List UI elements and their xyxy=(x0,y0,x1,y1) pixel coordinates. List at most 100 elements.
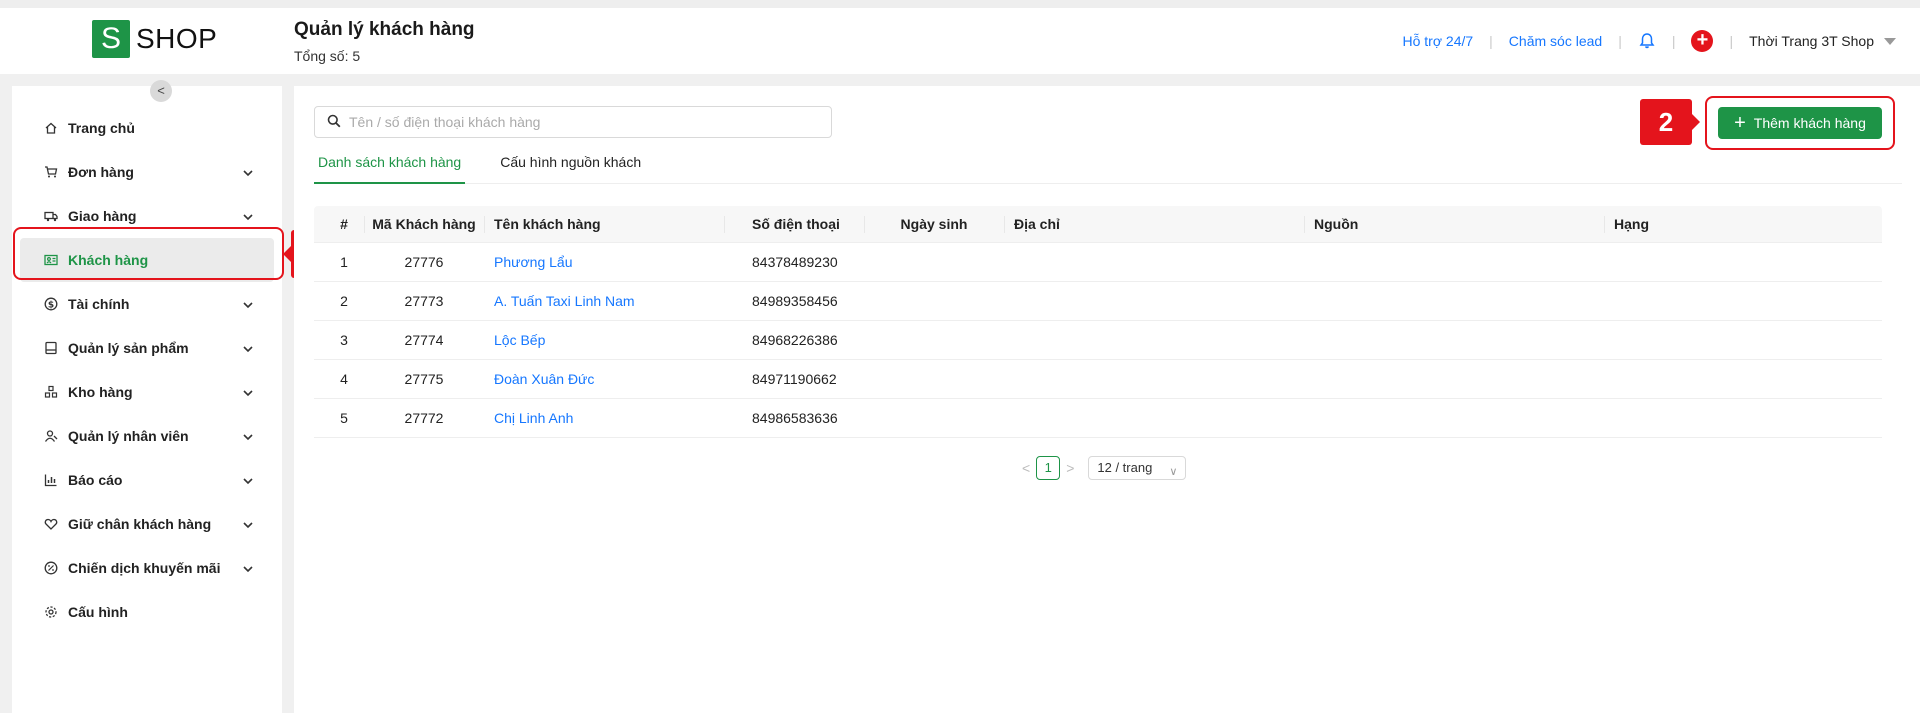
gear-icon xyxy=(44,605,58,619)
sidebar-item-label: Quản lý sản phẩm xyxy=(68,340,189,356)
sidebar-item-label: Đơn hàng xyxy=(68,164,134,180)
cell-phone: 84971190662 xyxy=(752,371,837,387)
customer-name-link[interactable]: Lộc Bếp xyxy=(484,332,724,348)
step-badge-2: 2 xyxy=(1640,99,1692,145)
page-size-select[interactable]: 12 / trang ∨ xyxy=(1088,456,1187,480)
cart-icon xyxy=(44,165,58,179)
search-box[interactable] xyxy=(314,106,832,138)
sidebar-item-label: Báo cáo xyxy=(68,472,123,488)
sidebar-item-label: Giữ chân khách hàng xyxy=(68,516,212,532)
sidebar-item-settings[interactable]: Cấu hình xyxy=(12,590,282,634)
sidebar: Trang chủ Đơn hàng Giao hàng Khách hàng … xyxy=(12,86,282,713)
customer-name-link[interactable]: Phương Lẩu xyxy=(484,254,724,270)
home-icon xyxy=(44,121,58,135)
page-title: Quản lý khách hàng xyxy=(294,19,475,40)
sidebar-item-label: Tài chính xyxy=(68,296,130,312)
col-name: Tên khách hàng xyxy=(484,206,724,243)
top-strip xyxy=(0,0,1920,8)
chevron-down-icon xyxy=(242,430,254,442)
heart-icon xyxy=(44,517,58,531)
table-row[interactable]: 3 27774 Lộc Bếp 84968226386 xyxy=(314,321,1882,360)
badge-pointer xyxy=(283,246,291,262)
sidebar-item-warehouse[interactable]: Kho hàng xyxy=(12,370,282,414)
sidebar-item-home[interactable]: Trang chủ xyxy=(12,106,282,150)
cell-phone: 84986583636 xyxy=(752,410,838,426)
tab-customer-list[interactable]: Danh sách khách hàng xyxy=(314,152,466,184)
discount-icon xyxy=(44,561,58,575)
sidebar-item-products[interactable]: Quản lý sản phẩm xyxy=(12,326,282,370)
cell-index: 2 xyxy=(340,293,348,309)
caret-down-icon[interactable] xyxy=(1884,37,1896,45)
shop-name[interactable]: Thời Trang 3T Shop xyxy=(1749,33,1874,49)
divider: | xyxy=(1489,33,1493,49)
col-phone: Số điện thoại xyxy=(724,206,864,243)
sidebar-collapse-button[interactable]: < xyxy=(150,80,172,102)
next-page-button[interactable]: > xyxy=(1066,460,1074,476)
cell-index: 3 xyxy=(340,332,348,348)
sidebar-nav: Trang chủ Đơn hàng Giao hàng Khách hàng … xyxy=(12,106,282,634)
cell-phone: 84989358456 xyxy=(752,293,838,309)
table-row[interactable]: 1 27776 Phương Lẩu 84378489230 xyxy=(314,243,1882,282)
search-icon xyxy=(327,114,341,131)
col-address: Địa chỉ xyxy=(1004,206,1304,243)
chevron-down-icon xyxy=(242,562,254,574)
chevron-down-icon xyxy=(242,474,254,486)
page-1-button[interactable]: 1 xyxy=(1036,456,1061,480)
customer-name-link[interactable]: A. Tuấn Taxi Linh Nam xyxy=(484,293,724,309)
cell-code: 27775 xyxy=(404,371,444,387)
cell-index: 1 xyxy=(340,254,348,270)
customer-name-link[interactable]: Chị Linh Anh xyxy=(484,410,724,426)
header-actions: Hỗ trợ 24/7 | Chăm sóc lead | | + | Thời… xyxy=(1403,28,1896,54)
lead-care-link[interactable]: Chăm sóc lead xyxy=(1509,33,1602,49)
svg-text:$: $ xyxy=(48,300,54,310)
chevron-down-icon xyxy=(242,518,254,530)
col-rank: Hạng xyxy=(1604,206,1882,243)
table-row[interactable]: 4 27775 Đoàn Xuân Đức 84971190662 xyxy=(314,360,1882,399)
col-birthday: Ngày sinh xyxy=(864,206,1004,243)
divider: | xyxy=(1618,33,1622,49)
col-source: Nguồn xyxy=(1304,206,1604,243)
sidebar-item-retention[interactable]: Giữ chân khách hàng xyxy=(12,502,282,546)
sidebar-item-staff[interactable]: Quản lý nhân viên xyxy=(12,414,282,458)
chevron-down-icon xyxy=(242,166,254,178)
col-index: # xyxy=(340,215,348,232)
quick-add-button[interactable]: + xyxy=(1691,30,1714,52)
sidebar-item-orders[interactable]: Đơn hàng xyxy=(12,150,282,194)
dollar-icon: $ xyxy=(44,297,58,311)
cell-index: 4 xyxy=(340,371,348,387)
table-header: # Mã Khách hàng Tên khách hàng Số điện t… xyxy=(314,206,1882,243)
support-link[interactable]: Hỗ trợ 24/7 xyxy=(1403,33,1474,49)
warehouse-icon xyxy=(44,385,58,399)
prev-page-button[interactable]: < xyxy=(1022,460,1030,476)
total-count: Tổng số: 5 xyxy=(294,48,361,64)
product-icon xyxy=(44,341,58,355)
cell-phone: 84378489230 xyxy=(752,254,838,270)
bell-icon[interactable] xyxy=(1638,32,1656,50)
app-header: S SHOP Quản lý khách hàng Tổng số: 5 Hỗ … xyxy=(0,8,1920,74)
search-input[interactable] xyxy=(349,114,809,130)
cell-phone: 84968226386 xyxy=(752,332,838,348)
cell-code: 27772 xyxy=(404,410,444,426)
logo[interactable]: S SHOP xyxy=(92,20,217,58)
pagination: < 1 > 12 / trang ∨ xyxy=(1016,456,1187,480)
chevron-down-icon: ∨ xyxy=(1169,466,1178,478)
logo-mark: S xyxy=(92,20,130,58)
cell-code: 27776 xyxy=(404,254,444,270)
chevron-down-icon xyxy=(242,342,254,354)
sidebar-item-label: Quản lý nhân viên xyxy=(68,428,189,444)
tab-source-config[interactable]: Cấu hình nguồn khách xyxy=(496,152,645,184)
sidebar-item-finance[interactable]: $ Tài chính xyxy=(12,282,282,326)
sidebar-item-label: Trang chủ xyxy=(68,120,135,136)
sidebar-item-label: Giao hàng xyxy=(68,208,137,224)
customer-table: # Mã Khách hàng Tên khách hàng Số điện t… xyxy=(314,206,1882,438)
sidebar-item-label: Kho hàng xyxy=(68,384,133,400)
table-row[interactable]: 5 27772 Chị Linh Anh 84986583636 xyxy=(314,399,1882,438)
sidebar-item-reports[interactable]: Báo cáo xyxy=(12,458,282,502)
sidebar-item-promotions[interactable]: Chiến dịch khuyến mãi xyxy=(12,546,282,590)
highlight-customers xyxy=(13,227,284,280)
highlight-add-button xyxy=(1705,96,1895,150)
badge-pointer xyxy=(1692,114,1700,130)
col-code: Mã Khách hàng xyxy=(364,206,484,243)
customer-name-link[interactable]: Đoàn Xuân Đức xyxy=(484,371,724,387)
table-row[interactable]: 2 27773 A. Tuấn Taxi Linh Nam 8498935845… xyxy=(314,282,1882,321)
